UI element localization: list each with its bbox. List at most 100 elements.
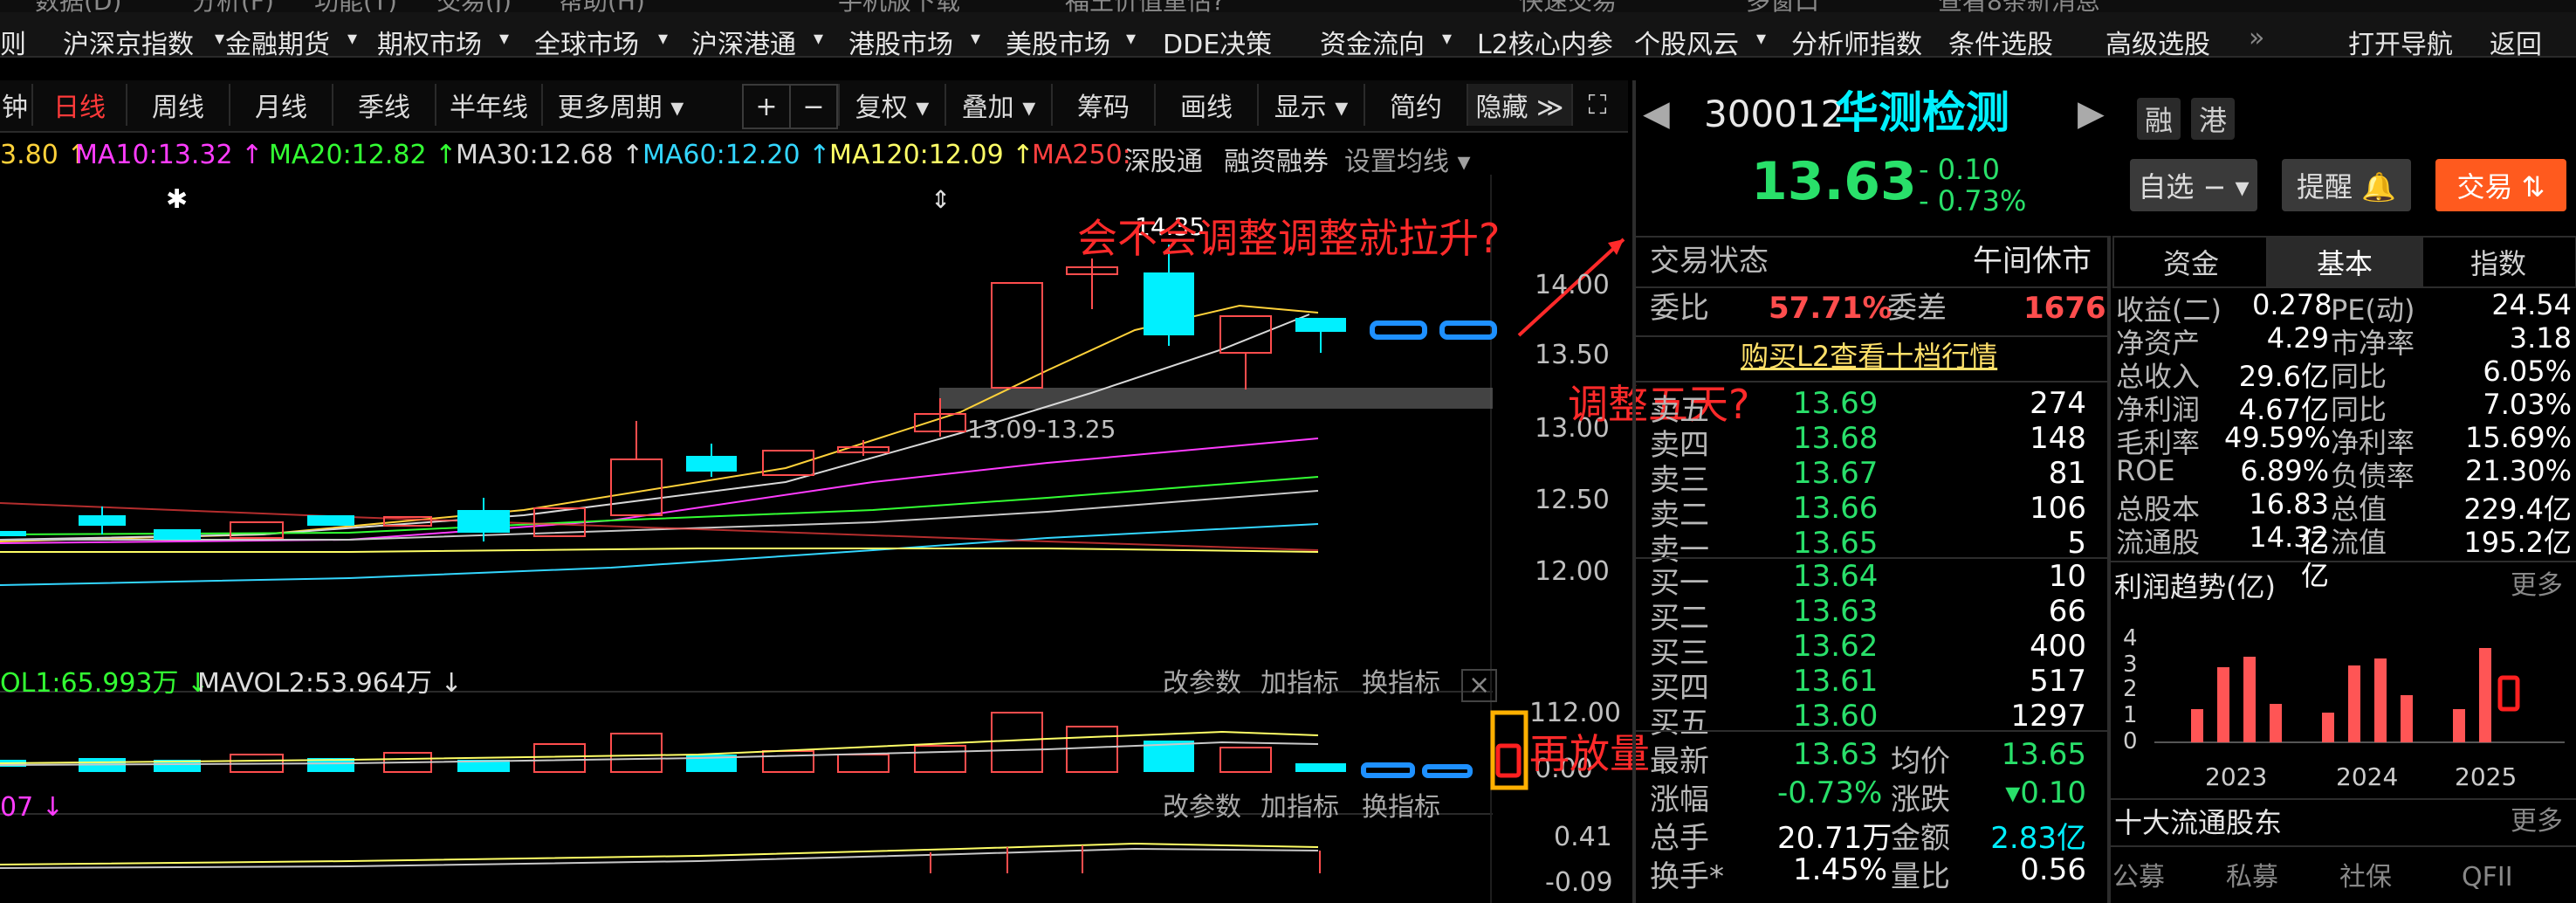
vol-add-indicator-button[interactable]: 加指标: [1261, 671, 1339, 697]
fullscreen-icon[interactable]: ⛶: [1571, 84, 1622, 126]
chevron-down-icon: ▾: [499, 28, 510, 50]
fund-value: 21.30%: [2464, 454, 2572, 487]
bid5-volume: 1297: [2010, 699, 2086, 734]
marker-star-icon: ✱: [166, 184, 188, 215]
simple-mode-button[interactable]: 简约: [1364, 84, 1467, 126]
volume-ratio-label: 量比: [1891, 859, 1950, 894]
menu-item[interactable]: 条件选股: [1948, 23, 2053, 61]
vol-edit-params-button[interactable]: 改参数: [1163, 671, 1241, 697]
bid5-price[interactable]: 13.60: [1793, 699, 1878, 734]
profit-y-tick: 1: [2123, 702, 2138, 728]
menu-item[interactable]: 资金流向: [1320, 23, 1425, 61]
hk-connect-badge: 港: [2191, 98, 2235, 140]
holders-col-social-security[interactable]: 社保: [2339, 865, 2392, 891]
menu-item[interactable]: DDE决策: [1163, 23, 1272, 61]
ask3-price[interactable]: 13.67: [1793, 456, 1878, 491]
price-change-pct: - 0.73%: [1919, 184, 2027, 217]
draw-button[interactable]: 画线: [1154, 84, 1257, 126]
period-weekly[interactable]: 周线: [126, 84, 229, 126]
bid3-price[interactable]: 13.62: [1793, 629, 1878, 664]
weicha-label: 委差: [1887, 291, 1947, 326]
display-dropdown[interactable]: 显示 ▾: [1257, 84, 1364, 126]
period-minute[interactable]: 钟: [0, 84, 30, 126]
vol-label: OL1:65.993万 ↓: [0, 668, 210, 699]
trade-status-value: 午间休市: [1973, 244, 2092, 279]
holders-more-link[interactable]: 更多: [2511, 809, 2563, 835]
vol-close-icon[interactable]: ×: [1461, 669, 1498, 702]
menu-item[interactable]: L2核心内参: [1477, 23, 1613, 61]
more-menu-icon[interactable]: »: [2249, 23, 2264, 53]
ind-edit-params-button[interactable]: 改参数: [1163, 795, 1241, 821]
tab-index[interactable]: 指数: [2420, 236, 2576, 288]
bid2-price[interactable]: 13.63: [1793, 594, 1878, 629]
market-menu-bar: 则 沪深京指数 ▾ 金融期货 ▾ 期权市场 ▾ 全球市场 ▾ 沪深港通 ▾ 港股…: [0, 12, 2576, 61]
menu-item[interactable]: 期权市场: [377, 23, 482, 61]
zoom-out-button[interactable]: −: [789, 84, 838, 129]
weicha-value: 1676: [2023, 291, 2106, 326]
watchlist-dropdown[interactable]: 自选 − ▾: [2130, 159, 2257, 211]
menu-item[interactable]: 高级选股: [2105, 23, 2210, 61]
profit-more-link[interactable]: 更多: [2511, 573, 2563, 599]
holders-col-qfii[interactable]: QFII: [2462, 865, 2513, 891]
menu-item[interactable]: 个股风云: [1634, 23, 1739, 61]
price-axis-label: 13.50: [1535, 340, 1610, 370]
ma-settings-dropdown[interactable]: 设置均线 ▾: [1344, 140, 1471, 178]
menu-item[interactable]: 美股市场: [1006, 23, 1110, 61]
ma20-label: MA20:12.82 ↑: [269, 140, 457, 170]
period-toolbar: 钟 日线 周线 月线 季线 半年线 更多周期 ▾ + − 复权 ▾ 叠加 ▾ 筹…: [0, 80, 1628, 133]
vol-switch-indicator-button[interactable]: 换指标: [1362, 671, 1440, 697]
profit-y-tick: 0: [2123, 728, 2138, 755]
more-periods-dropdown[interactable]: 更多周期 ▾: [541, 84, 698, 126]
volume-ratio-value: 0.56: [2020, 852, 2086, 887]
period-half-year[interactable]: 半年线: [435, 84, 541, 126]
menu-item[interactable]: 分析师指数: [1791, 23, 1922, 61]
ask2-price[interactable]: 13.66: [1793, 491, 1878, 526]
menu-item[interactable]: 港股市场: [848, 23, 953, 61]
chips-button[interactable]: 筹码: [1051, 84, 1154, 126]
open-navigation-button[interactable]: 打开导航: [2348, 23, 2453, 61]
ask5-price[interactable]: 13.69: [1793, 386, 1878, 421]
menu-item[interactable]: 全球市场: [534, 23, 639, 61]
fund-value: 6.89%: [2240, 454, 2329, 487]
bid4-price[interactable]: 13.61: [1793, 664, 1878, 699]
menu-item[interactable]: 则: [0, 23, 26, 61]
bid1-price[interactable]: 13.64: [1793, 559, 1878, 594]
period-daily[interactable]: 日线: [31, 84, 126, 126]
alert-button[interactable]: 提醒 🔔: [2282, 159, 2411, 211]
menu-item[interactable]: 金融期货: [225, 23, 330, 61]
holders-col-private-fund[interactable]: 私募: [2226, 865, 2278, 891]
bid2-volume: 66: [2048, 594, 2086, 629]
ind-axis-top: 0.41: [1554, 822, 1612, 852]
period-quarterly[interactable]: 季线: [332, 84, 435, 126]
profit-y-tick: 2: [2123, 676, 2138, 702]
ask-levels: 卖五 13.69 274 卖四 13.68 148 卖三 13.67 81 卖二…: [1641, 386, 2104, 568]
holders-col-public-fund[interactable]: 公募: [2112, 865, 2165, 891]
zoom-in-button[interactable]: +: [742, 84, 791, 129]
pct-label: 涨幅: [1650, 782, 1709, 817]
menu-item[interactable]: 沪深港通: [691, 23, 796, 61]
shen-gu-tong-link[interactable]: 深股通: [1124, 140, 1203, 178]
margin-trading-link[interactable]: 融资融券: [1224, 140, 1329, 178]
ask1-price[interactable]: 13.65: [1793, 526, 1878, 561]
overlay-dropdown[interactable]: 叠加 ▾: [945, 84, 1051, 126]
turnover-label: 换手*: [1650, 859, 1724, 894]
ask4-price[interactable]: 13.68: [1793, 421, 1878, 456]
bid1-volume: 10: [2048, 559, 2086, 594]
menu-item[interactable]: 沪深京指数: [63, 23, 194, 61]
next-stock-icon[interactable]: ▶: [2078, 96, 2105, 131]
column-divider: [2107, 236, 2111, 903]
trade-button[interactable]: 交易 ⇅: [2435, 159, 2566, 211]
adjust-dropdown[interactable]: 复权 ▾: [838, 84, 945, 126]
period-monthly[interactable]: 月线: [229, 84, 332, 126]
ind-switch-indicator-button[interactable]: 换指标: [1362, 795, 1440, 821]
tab-capital[interactable]: 资金: [2112, 236, 2270, 288]
back-button[interactable]: 返回: [2490, 23, 2542, 61]
buy-l2-link[interactable]: 购买L2查看十档行情: [1741, 342, 1997, 370]
tab-fundamentals[interactable]: 基本: [2266, 236, 2423, 288]
fund-value: 195.2亿: [2463, 526, 2572, 559]
ask5-volume: 274: [2030, 386, 2086, 421]
ind-add-indicator-button[interactable]: 加指标: [1261, 795, 1339, 821]
fund-value: 7.03%: [2483, 388, 2572, 421]
prev-stock-icon[interactable]: ◀: [1643, 96, 1670, 131]
hide-panel-button[interactable]: 隐藏 ≫: [1467, 84, 1571, 126]
